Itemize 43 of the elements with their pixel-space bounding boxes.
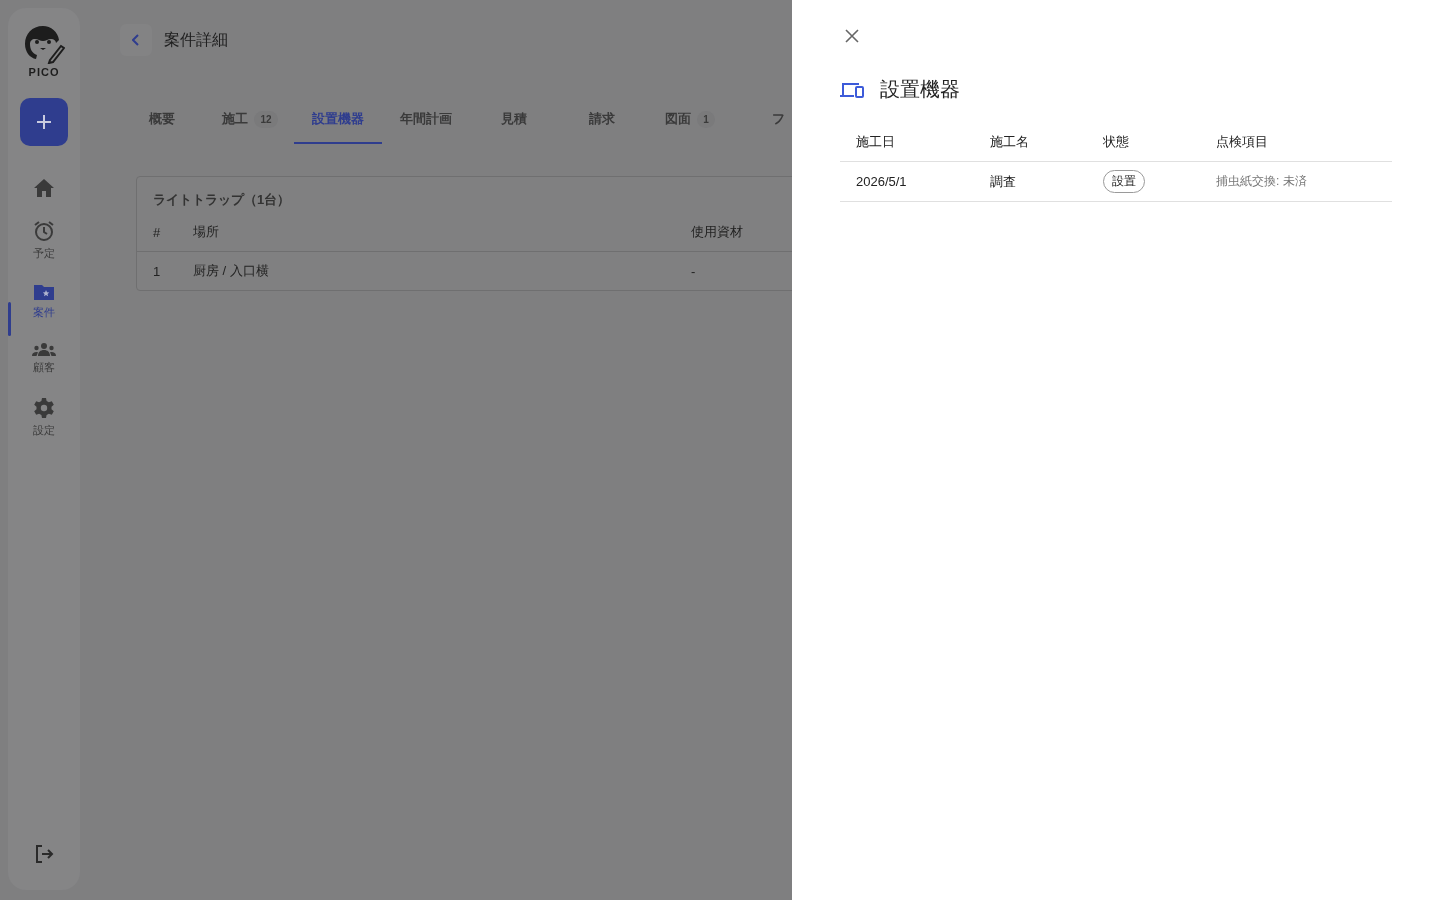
count-badge: 12 xyxy=(254,110,278,128)
devices-icon xyxy=(840,80,864,99)
table-cell: 1 xyxy=(137,251,177,290)
settings-icon xyxy=(33,397,55,419)
table-cell: - xyxy=(675,251,792,290)
tab[interactable]: 年間計画 xyxy=(382,96,470,144)
column-header: 施工名 xyxy=(974,127,1087,162)
nav-item[interactable]: 設定 xyxy=(14,393,74,442)
group-icon xyxy=(32,342,56,356)
tab[interactable]: 図面 1 xyxy=(646,96,734,144)
column-header: 施工日 xyxy=(840,127,974,162)
tab[interactable]: 施工 12 xyxy=(206,96,294,144)
column-header: 状態 xyxy=(1087,127,1200,162)
alarm-clock-icon xyxy=(33,220,55,242)
plus-icon xyxy=(36,114,52,130)
logout-icon xyxy=(34,844,54,864)
table-cell: 捕虫紙交換: 未済 xyxy=(1200,161,1392,202)
nav-item[interactable]: 顧客 xyxy=(14,338,74,379)
tab[interactable]: 設置機器 xyxy=(294,96,382,144)
close-icon xyxy=(845,29,859,43)
chevron-left-icon xyxy=(132,34,140,46)
home-icon xyxy=(33,178,55,198)
page-title: 案件詳細 xyxy=(164,29,228,50)
logout-button[interactable] xyxy=(34,844,54,864)
count-badge: 1 xyxy=(697,110,715,128)
column-header: 場所 xyxy=(177,215,675,252)
table-cell: 厨房 / 入口横 xyxy=(177,251,675,290)
column-header: 点検項目 xyxy=(1200,127,1392,162)
table-cell: 調査 xyxy=(974,161,1087,202)
tab[interactable]: 請求 xyxy=(558,96,646,144)
nav-item[interactable]: 案件 xyxy=(14,279,74,324)
tab[interactable]: 概要 xyxy=(118,96,206,144)
back-button[interactable] xyxy=(120,24,152,56)
folder-star-icon xyxy=(33,283,55,301)
section-title: ライトトラップ（1台） xyxy=(152,191,292,209)
tab[interactable]: フ xyxy=(734,96,792,144)
logo-text: PICO xyxy=(28,66,60,78)
table-cell: 2026/5/1 xyxy=(840,161,974,202)
column-header: # xyxy=(137,215,177,252)
drawer-title: 設置機器 xyxy=(880,77,960,102)
tab[interactable]: 見積 xyxy=(470,96,558,144)
add-button[interactable] xyxy=(20,98,68,146)
nav-item[interactable]: 予定 xyxy=(14,216,74,265)
